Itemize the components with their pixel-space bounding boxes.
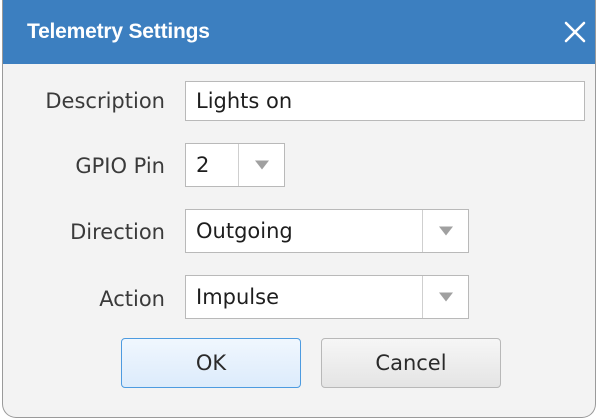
- chevron-down-icon: [438, 226, 453, 236]
- close-icon: [564, 21, 586, 43]
- description-label: Description: [45, 89, 165, 113]
- gpio-pin-dropdown-button[interactable]: [238, 144, 284, 186]
- description-input[interactable]: Lights on: [185, 81, 585, 121]
- ok-button[interactable]: OK: [121, 338, 301, 388]
- direction-dropdown-button[interactable]: [422, 210, 468, 252]
- cancel-button[interactable]: Cancel: [321, 338, 501, 388]
- telemetry-settings-dialog: Telemetry Settings Description Lights on…: [2, 0, 596, 418]
- action-select[interactable]: Impulse: [185, 275, 469, 319]
- action-label: Action: [99, 287, 165, 311]
- dialog-titlebar: Telemetry Settings: [3, 0, 595, 64]
- direction-label: Direction: [70, 220, 165, 244]
- description-value: Lights on: [196, 89, 293, 113]
- action-value: Impulse: [196, 285, 279, 309]
- chevron-down-icon: [254, 160, 269, 170]
- action-dropdown-button[interactable]: [422, 276, 468, 318]
- dialog-title: Telemetry Settings: [27, 20, 210, 43]
- close-button[interactable]: [557, 14, 593, 50]
- chevron-down-icon: [438, 292, 453, 302]
- gpio-pin-value: 2: [196, 153, 210, 177]
- direction-select[interactable]: Outgoing: [185, 209, 469, 253]
- gpio-pin-select[interactable]: 2: [185, 143, 285, 187]
- gpio-pin-label: GPIO Pin: [75, 154, 165, 178]
- direction-value: Outgoing: [196, 219, 293, 243]
